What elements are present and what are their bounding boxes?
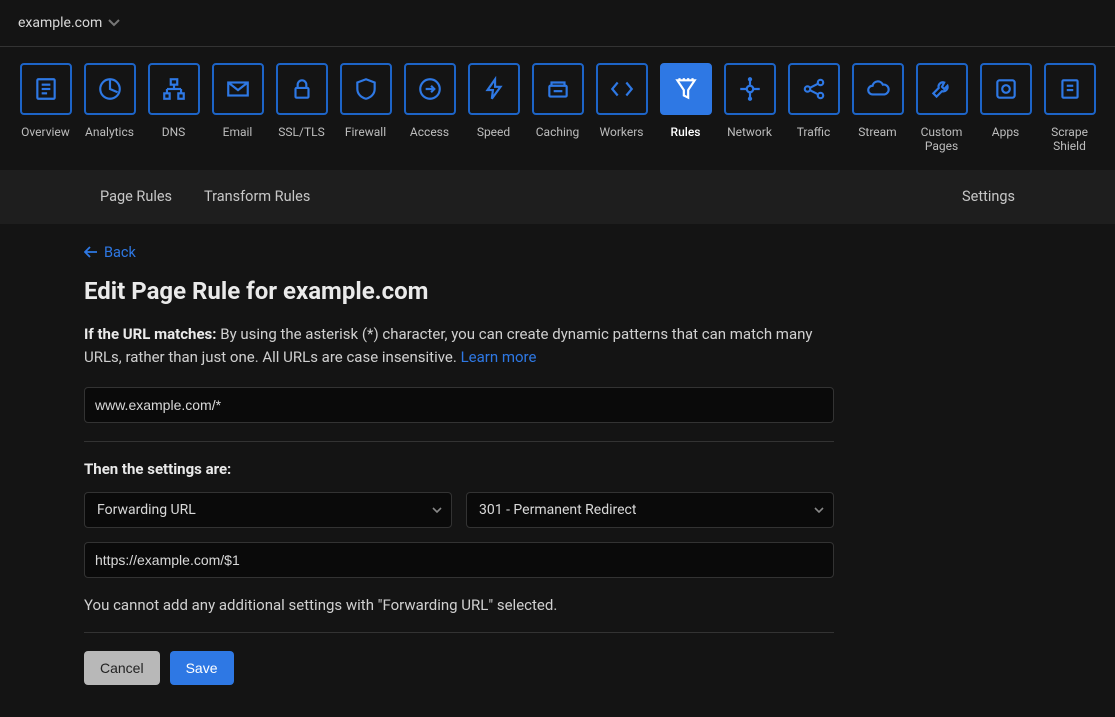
nav-label: Custom Pages bbox=[921, 125, 963, 154]
nav-item-network[interactable]: Network bbox=[722, 63, 778, 154]
nav-label: Email bbox=[223, 125, 253, 139]
apps-icon bbox=[993, 76, 1019, 102]
nav-label: Overview bbox=[21, 125, 70, 139]
nav-item-access[interactable]: Access bbox=[402, 63, 458, 154]
sub-nav: Page Rules Transform Rules Settings bbox=[0, 170, 1115, 224]
forwarding-note: You cannot add any additional settings w… bbox=[84, 596, 834, 614]
access-icon bbox=[417, 76, 443, 102]
traffic-icon bbox=[801, 76, 827, 102]
rules-icon bbox=[673, 76, 699, 102]
domain-name: example.com bbox=[18, 15, 102, 31]
url-pattern-input[interactable] bbox=[84, 387, 834, 423]
top-bar: example.com bbox=[0, 0, 1115, 47]
workers-icon bbox=[609, 76, 635, 102]
nav-label: Speed bbox=[477, 125, 510, 139]
nav-item-stream[interactable]: Stream bbox=[850, 63, 906, 154]
destination-url-input[interactable] bbox=[84, 542, 834, 578]
nav-label: Stream bbox=[858, 125, 896, 139]
analytics-icon bbox=[97, 76, 123, 102]
page-content: Back Edit Page Rule for example.com If t… bbox=[84, 224, 834, 686]
main-nav: Overview Analytics DNS Email SSL/TLS Fir… bbox=[0, 47, 1115, 154]
nav-item-email[interactable]: Email bbox=[210, 63, 266, 154]
back-link[interactable]: Back bbox=[84, 244, 136, 261]
nav-item-scrape-shield[interactable]: Scrape Shield bbox=[1042, 63, 1098, 154]
divider bbox=[84, 441, 834, 442]
nav-item-workers[interactable]: Workers bbox=[594, 63, 650, 154]
nav-label: Firewall bbox=[345, 125, 386, 139]
nav-label: Traffic bbox=[797, 125, 831, 139]
shield-icon bbox=[353, 76, 379, 102]
learn-more-link[interactable]: Learn more bbox=[461, 348, 537, 366]
nav-item-analytics[interactable]: Analytics bbox=[82, 63, 138, 154]
nav-item-custom-pages[interactable]: Custom Pages bbox=[914, 63, 970, 154]
page-title: Edit Page Rule for example.com bbox=[84, 277, 834, 305]
nav-item-overview[interactable]: Overview bbox=[18, 63, 74, 154]
redirect-type-select[interactable]: 301 - Permanent Redirect bbox=[466, 492, 834, 528]
nav-item-firewall[interactable]: Firewall bbox=[338, 63, 394, 154]
divider bbox=[84, 632, 834, 633]
nav-label: Analytics bbox=[85, 125, 134, 139]
setting-type-select[interactable]: Forwarding URL bbox=[84, 492, 452, 528]
nav-item-apps[interactable]: Apps bbox=[978, 63, 1034, 154]
nav-label: DNS bbox=[162, 125, 186, 139]
url-match-label: If the URL matches: bbox=[84, 325, 216, 343]
save-button[interactable]: Save bbox=[170, 651, 234, 685]
settings-label: Then the settings are: bbox=[84, 460, 834, 478]
url-match-description: If the URL matches: By using the asteris… bbox=[84, 323, 834, 370]
scrape-icon bbox=[1057, 76, 1083, 102]
arrow-left-icon bbox=[84, 246, 98, 258]
chevron-down-icon bbox=[108, 19, 120, 27]
nav-label: Caching bbox=[536, 125, 580, 139]
cancel-button[interactable]: Cancel bbox=[84, 651, 160, 685]
network-icon bbox=[737, 76, 763, 102]
back-label: Back bbox=[104, 244, 136, 261]
email-icon bbox=[225, 76, 251, 102]
redirect-type-value: 301 - Permanent Redirect bbox=[479, 502, 636, 518]
nav-label: Rules bbox=[671, 125, 701, 139]
nav-label: Workers bbox=[600, 125, 644, 139]
nav-label: Access bbox=[410, 125, 449, 139]
nav-item-speed[interactable]: Speed bbox=[466, 63, 522, 154]
nav-label: Apps bbox=[992, 125, 1020, 139]
nav-label: Network bbox=[727, 125, 772, 139]
domain-selector[interactable]: example.com bbox=[18, 15, 120, 31]
caching-icon bbox=[545, 76, 571, 102]
subnav-transform-rules[interactable]: Transform Rules bbox=[204, 188, 310, 205]
subnav-settings[interactable]: Settings bbox=[962, 188, 1015, 205]
nav-label: Scrape Shield bbox=[1051, 125, 1088, 154]
cloud-icon bbox=[865, 76, 891, 102]
nav-item-rules[interactable]: Rules bbox=[658, 63, 714, 154]
nav-label: SSL/TLS bbox=[278, 125, 324, 139]
nav-item-caching[interactable]: Caching bbox=[530, 63, 586, 154]
setting-type-value: Forwarding URL bbox=[97, 502, 196, 518]
overview-icon bbox=[33, 76, 59, 102]
wrench-icon bbox=[929, 76, 955, 102]
dns-icon bbox=[161, 76, 187, 102]
subnav-page-rules[interactable]: Page Rules bbox=[100, 188, 172, 205]
nav-item-ssl[interactable]: SSL/TLS bbox=[274, 63, 330, 154]
nav-item-dns[interactable]: DNS bbox=[146, 63, 202, 154]
nav-item-traffic[interactable]: Traffic bbox=[786, 63, 842, 154]
lock-icon bbox=[289, 76, 315, 102]
bolt-icon bbox=[481, 76, 507, 102]
